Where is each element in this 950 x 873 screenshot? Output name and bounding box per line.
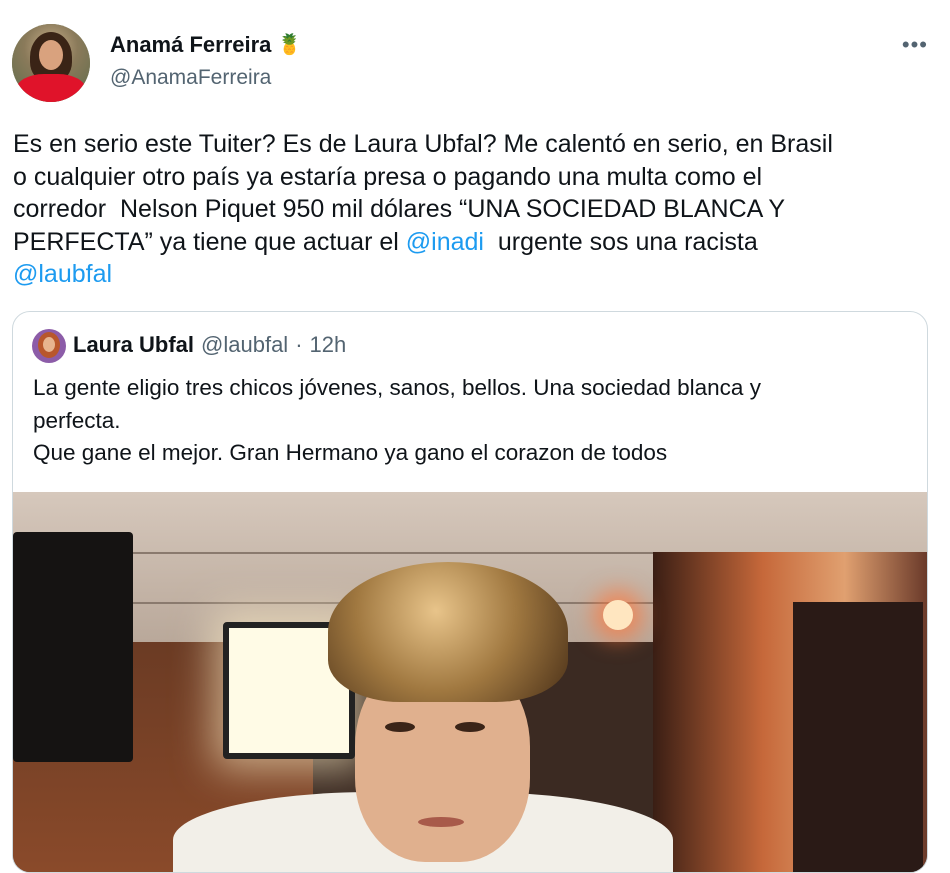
quoted-tweet-card[interactable]: Laura Ubfal @laubfal · 12h La gente elig… <box>12 311 928 873</box>
author-handle[interactable]: @AnamaFerreira <box>110 66 271 90</box>
mention-laubfal[interactable]: @laubfal <box>13 260 112 288</box>
mention-inadi[interactable]: @inadi <box>406 228 484 256</box>
image-spotlight <box>603 600 633 630</box>
quoted-timestamp[interactable]: 12h <box>310 332 347 358</box>
quoted-tweet-image[interactable] <box>13 492 927 872</box>
avatar-dress <box>16 74 86 102</box>
tweet-text: Es en serio este Tuiter? Es de Laura Ubf… <box>13 128 928 291</box>
quoted-author-handle[interactable]: @laubfal <box>201 332 288 358</box>
quoted-tweet-header: Laura Ubfal @laubfal · 12h <box>73 332 346 358</box>
image-person-eye-left <box>385 722 415 732</box>
tweet-text-part-2: urgente sos una racista <box>497 227 758 256</box>
quoted-author-name[interactable]: Laura Ubfal <box>73 332 194 358</box>
author-avatar[interactable] <box>12 24 90 102</box>
quoted-avatar-face <box>43 337 55 352</box>
pineapple-icon: 🍍 <box>277 34 303 56</box>
image-speaker <box>13 532 133 762</box>
image-person-eye-right <box>455 722 485 732</box>
image-person-hair <box>328 562 568 702</box>
avatar-face <box>39 40 63 70</box>
image-person-mouth <box>418 817 464 827</box>
more-options-icon[interactable]: ••• <box>902 32 928 58</box>
quoted-tweet-text: La gente eligio tres chicos jóvenes, san… <box>33 375 761 465</box>
quoted-author-avatar[interactable] <box>32 329 66 363</box>
quoted-separator: · <box>295 332 303 357</box>
image-door <box>793 602 923 872</box>
author-display-name[interactable]: Anamá Ferreira <box>110 32 271 58</box>
author-name-row: Anamá Ferreira 🍍 <box>110 32 302 58</box>
